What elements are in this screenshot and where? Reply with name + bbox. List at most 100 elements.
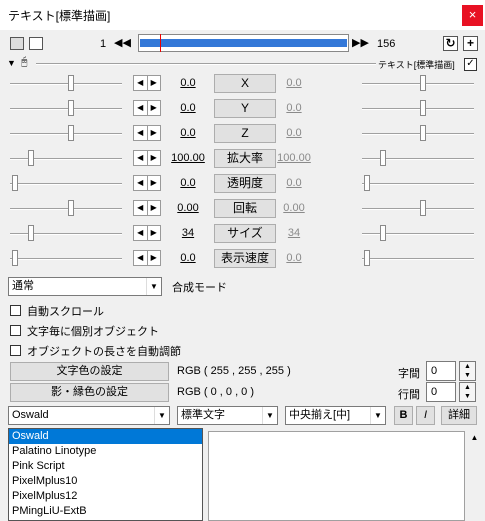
- start-value[interactable]: 0.0: [162, 177, 214, 189]
- end-slider-track[interactable]: [362, 158, 474, 160]
- loop-icon[interactable]: ↻: [443, 36, 458, 51]
- char-spacing-stepper[interactable]: ▲ ▼: [459, 361, 476, 381]
- start-slider-thumb[interactable]: [68, 200, 74, 216]
- right-arrow-icon[interactable]: ▶: [148, 126, 161, 140]
- start-slider-track[interactable]: [10, 108, 122, 110]
- font-option[interactable]: Oswald: [9, 429, 202, 444]
- left-arrow-icon[interactable]: ◀: [134, 176, 148, 190]
- font-option[interactable]: Pink Script: [9, 459, 202, 474]
- end-value[interactable]: 0.0: [268, 102, 320, 114]
- end-slider-thumb[interactable]: [420, 75, 426, 91]
- char-spacing-input[interactable]: 0: [426, 361, 456, 381]
- end-slider-track[interactable]: [362, 208, 474, 210]
- end-slider-thumb[interactable]: [420, 200, 426, 216]
- right-arrow-icon[interactable]: ▶: [148, 201, 161, 215]
- start-slider-thumb[interactable]: [28, 150, 34, 166]
- font-option[interactable]: PixelMplus12: [9, 489, 202, 504]
- auto-length-checkbox[interactable]: [10, 345, 21, 356]
- end-slider-thumb[interactable]: [380, 225, 386, 241]
- timeline-cursor[interactable]: [160, 34, 161, 52]
- left-arrow-icon[interactable]: ◀: [134, 151, 148, 165]
- start-slider-thumb[interactable]: [12, 250, 18, 266]
- right-arrow-icon[interactable]: ▶: [148, 76, 161, 90]
- start-value[interactable]: 0.0: [162, 102, 214, 114]
- text-area-scrollbar[interactable]: ▲: [466, 431, 483, 521]
- scroll-up-icon[interactable]: ▲: [466, 431, 483, 445]
- param-button[interactable]: Z: [214, 124, 276, 143]
- left-arrow-icon[interactable]: ◀: [134, 76, 148, 90]
- start-slider-track[interactable]: [10, 208, 122, 210]
- start-slider-track[interactable]: [10, 83, 122, 85]
- start-value[interactable]: 0.00: [162, 202, 214, 214]
- end-slider-thumb[interactable]: [364, 250, 370, 266]
- left-arrow-icon[interactable]: ◀: [134, 201, 148, 215]
- stepper-arrows[interactable]: ◀ ▶: [133, 200, 161, 216]
- end-slider-track[interactable]: [362, 233, 474, 235]
- add-button[interactable]: +: [463, 36, 478, 51]
- end-slider-thumb[interactable]: [364, 175, 370, 191]
- stepper-arrows[interactable]: ◀ ▶: [133, 125, 161, 141]
- end-value[interactable]: 100.00: [268, 152, 320, 164]
- end-value[interactable]: 0.00: [268, 202, 320, 214]
- image-icon[interactable]: [29, 37, 43, 50]
- start-slider-track[interactable]: [10, 183, 122, 185]
- start-slider-thumb[interactable]: [68, 75, 74, 91]
- stepper-arrows[interactable]: ◀ ▶: [133, 250, 161, 266]
- end-slider-track[interactable]: [362, 183, 474, 185]
- param-button[interactable]: 表示速度: [214, 249, 276, 268]
- font-option[interactable]: PixelMplus10: [9, 474, 202, 489]
- right-arrow-icon[interactable]: ▶: [148, 151, 161, 165]
- start-slider-thumb[interactable]: [68, 125, 74, 141]
- left-arrow-icon[interactable]: ◀: [134, 101, 148, 115]
- end-value[interactable]: 0.0: [268, 127, 320, 139]
- end-slider-thumb[interactable]: [420, 100, 426, 116]
- stepper-arrows[interactable]: ◀ ▶: [133, 75, 161, 91]
- style-select[interactable]: 標準文字 ▼: [177, 406, 278, 425]
- end-slider-track[interactable]: [362, 108, 474, 110]
- camera-icon[interactable]: [10, 37, 24, 50]
- line-spacing-stepper[interactable]: ▲ ▼: [459, 382, 476, 402]
- detail-button[interactable]: 詳細: [441, 406, 477, 425]
- end-slider-track[interactable]: [362, 133, 474, 135]
- end-slider-thumb[interactable]: [420, 125, 426, 141]
- stepper-arrows[interactable]: ◀ ▶: [133, 225, 161, 241]
- start-slider-track[interactable]: [10, 233, 122, 235]
- end-value[interactable]: 34: [268, 227, 320, 239]
- line-spacing-input[interactable]: 0: [426, 382, 456, 402]
- start-slider-thumb[interactable]: [12, 175, 18, 191]
- timeline-slider[interactable]: [138, 34, 349, 52]
- end-slider-track[interactable]: [362, 83, 474, 85]
- text-color-button[interactable]: 文字色の設定: [10, 362, 169, 381]
- next-button[interactable]: ▶▶: [352, 37, 369, 51]
- left-arrow-icon[interactable]: ◀: [134, 126, 148, 140]
- param-button[interactable]: Y: [214, 99, 276, 118]
- layer-enabled-checkbox[interactable]: ✓: [464, 58, 477, 71]
- collapse-arrow-icon[interactable]: ▼: [7, 58, 16, 68]
- font-dropdown-list[interactable]: Oswald Palatino Linotype Pink Script Pix…: [8, 428, 203, 521]
- start-slider-track[interactable]: [10, 133, 122, 135]
- left-arrow-icon[interactable]: ◀: [134, 251, 148, 265]
- shadow-color-button[interactable]: 影・縁色の設定: [10, 383, 169, 402]
- prev-button[interactable]: ◀◀: [114, 37, 131, 51]
- end-value[interactable]: 0.0: [268, 177, 320, 189]
- font-option[interactable]: Palatino Linotype: [9, 444, 202, 459]
- end-value[interactable]: 0.0: [268, 252, 320, 264]
- per-char-object-checkbox[interactable]: [10, 325, 21, 336]
- stepper-arrows[interactable]: ◀ ▶: [133, 150, 161, 166]
- start-value[interactable]: 100.00: [162, 152, 214, 164]
- start-slider-track[interactable]: [10, 258, 122, 260]
- start-value[interactable]: 0.0: [162, 127, 214, 139]
- italic-button[interactable]: I: [416, 406, 435, 425]
- end-slider-track[interactable]: [362, 258, 474, 260]
- text-input-area[interactable]: [208, 431, 465, 521]
- stepper-arrows[interactable]: ◀ ▶: [133, 100, 161, 116]
- stepper-arrows[interactable]: ◀ ▶: [133, 175, 161, 191]
- close-button[interactable]: ×: [462, 5, 483, 26]
- end-value[interactable]: 0.0: [268, 77, 320, 89]
- right-arrow-icon[interactable]: ▶: [148, 101, 161, 115]
- start-slider-thumb[interactable]: [68, 100, 74, 116]
- param-button[interactable]: サイズ: [214, 224, 276, 243]
- font-option[interactable]: PMingLiU-ExtB: [9, 504, 202, 519]
- param-button[interactable]: 拡大率: [214, 149, 276, 168]
- start-slider-track[interactable]: [10, 158, 122, 160]
